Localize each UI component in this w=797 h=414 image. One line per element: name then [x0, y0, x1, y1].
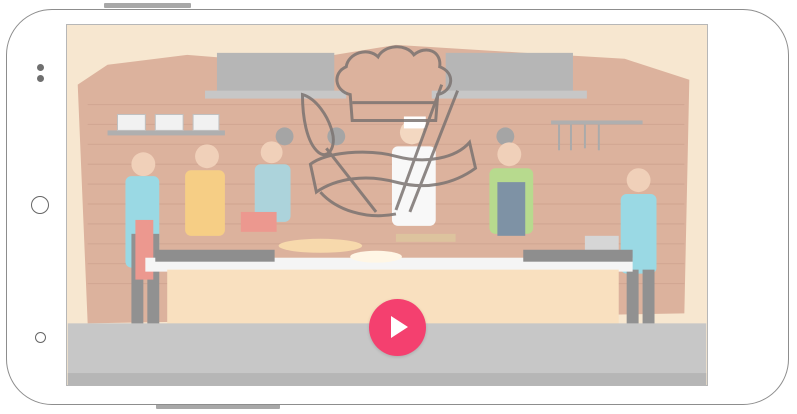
home-circle-icon[interactable]	[31, 196, 49, 214]
back-circle-icon[interactable]	[35, 332, 46, 343]
volume-button	[104, 3, 191, 8]
status-dot-icon	[37, 75, 44, 82]
play-button[interactable]	[369, 299, 426, 356]
play-icon	[391, 316, 408, 338]
status-dot-icon	[37, 64, 44, 71]
